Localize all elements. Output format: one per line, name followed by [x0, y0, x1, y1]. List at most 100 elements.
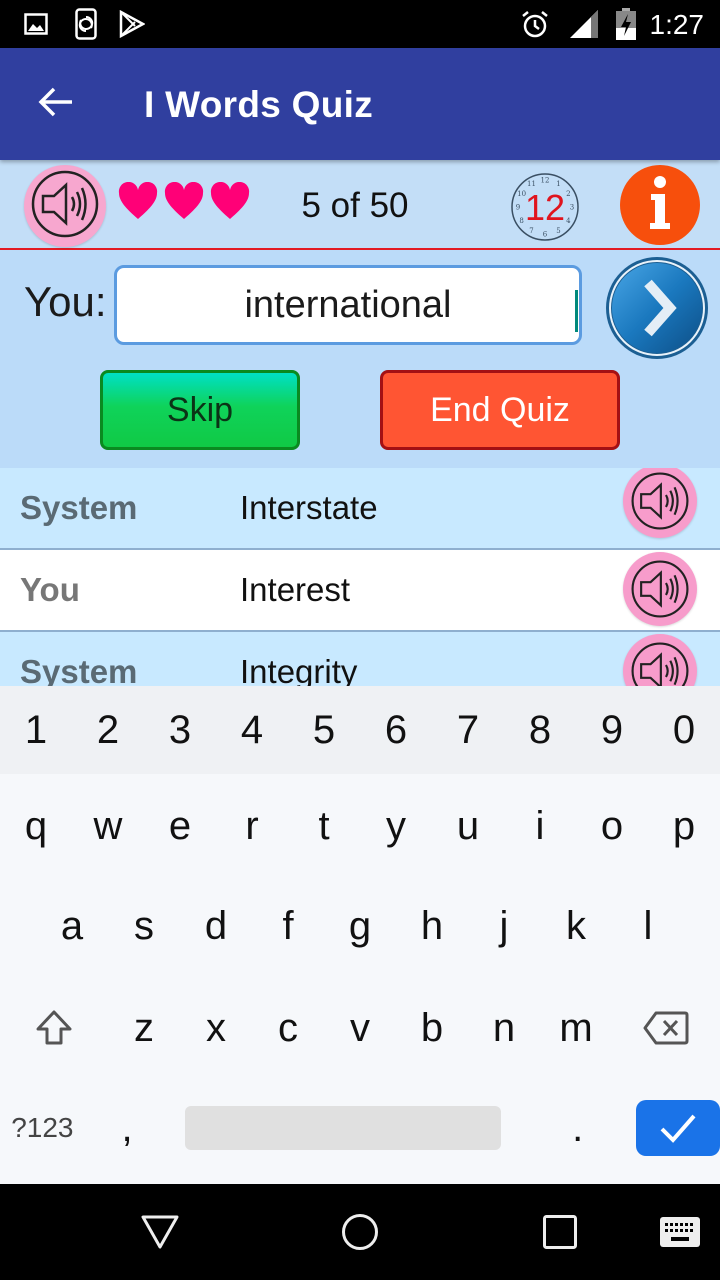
symbols-key[interactable]: ?123 [0, 1112, 85, 1144]
key-m[interactable]: m [540, 978, 612, 1078]
question-counter: 5 of 50 [301, 186, 409, 225]
answer-input[interactable] [117, 283, 579, 327]
navigation-bar [0, 1184, 720, 1280]
image-icon [22, 0, 50, 48]
play-word-button[interactable] [24, 165, 106, 247]
key-1[interactable]: 1 [0, 686, 72, 774]
answer-label: You: [24, 278, 107, 325]
key-j[interactable]: j [468, 876, 540, 976]
key-2[interactable]: 2 [72, 686, 144, 774]
key-v[interactable]: v [324, 978, 396, 1078]
key-w[interactable]: w [72, 776, 144, 876]
key-9[interactable]: 9 [576, 686, 648, 774]
key-3[interactable]: 3 [144, 686, 216, 774]
quiz-panel: 5 of 50 12 1 2 3 4 5 6 7 8 9 10 11 12 You: [0, 160, 720, 468]
list-item: System Integrity [0, 632, 720, 686]
play-word-button[interactable] [623, 552, 697, 626]
nav-recents-button[interactable] [520, 1204, 600, 1260]
keyboard-row-3: z x c v b n m [0, 978, 720, 1078]
heart-icon [118, 182, 158, 219]
key-d[interactable]: d [180, 876, 252, 976]
speaker-label: System [20, 489, 138, 526]
key-o[interactable]: o [576, 776, 648, 876]
number-row: 1 2 3 4 5 6 7 8 9 0 [0, 686, 720, 774]
signal-icon [568, 0, 600, 48]
key-p[interactable]: p [648, 776, 720, 876]
shift-key[interactable] [0, 978, 108, 1078]
key-r[interactable]: r [216, 776, 288, 876]
status-time: 1:27 [649, 9, 705, 40]
lives-indicator [118, 182, 250, 222]
quiz-status-row: 5 of 50 12 1 2 3 4 5 6 7 8 9 10 11 12 [0, 160, 720, 250]
key-period[interactable]: . [535, 1106, 620, 1151]
key-h[interactable]: h [396, 876, 468, 976]
text-cursor [575, 290, 578, 332]
page-title: I Words Quiz [144, 84, 374, 125]
battery-charging-icon [614, 0, 638, 48]
skip-button[interactable]: Skip [100, 370, 300, 450]
key-y[interactable]: y [360, 776, 432, 876]
timer: 12 1 2 3 4 5 6 7 8 9 10 11 12 [510, 172, 580, 242]
heart-icon [210, 182, 250, 219]
answer-field[interactable] [114, 265, 582, 345]
speaker-icon [631, 642, 689, 686]
submit-answer-button[interactable] [604, 255, 710, 361]
triangle-back-icon [141, 1215, 179, 1249]
key-i[interactable]: i [504, 776, 576, 876]
key-u[interactable]: u [432, 776, 504, 876]
key-g[interactable]: g [324, 876, 396, 976]
key-t[interactable]: t [288, 776, 360, 876]
word-text: Interest [240, 571, 351, 608]
done-key[interactable] [636, 1100, 720, 1156]
list-item: You Interest [0, 550, 720, 632]
key-s[interactable]: s [108, 876, 180, 976]
key-k[interactable]: k [540, 876, 612, 976]
keyboard-switch-button[interactable] [640, 1204, 720, 1260]
key-7[interactable]: 7 [432, 686, 504, 774]
keyboard-row-1: q w e r t y u i o p [0, 776, 720, 876]
key-q[interactable]: q [0, 776, 72, 876]
nav-back-button[interactable] [120, 1204, 200, 1260]
key-z[interactable]: z [108, 978, 180, 1078]
key-x[interactable]: x [180, 978, 252, 1078]
backspace-key[interactable] [612, 978, 720, 1078]
check-icon [660, 1114, 696, 1143]
word-text: Integrity [240, 653, 358, 686]
play-word-button[interactable] [623, 634, 697, 686]
key-c[interactable]: c [252, 978, 324, 1078]
speaker-label: You [20, 571, 80, 608]
info-icon [640, 173, 680, 238]
key-comma[interactable]: , [85, 1106, 170, 1151]
circle-home-icon [342, 1214, 378, 1250]
keyboard-row-2: a s d f g h j k l [0, 876, 720, 976]
speaker-label: System [20, 653, 138, 686]
end-quiz-button[interactable]: End Quiz [380, 370, 620, 450]
key-a[interactable]: a [36, 876, 108, 976]
shift-icon [36, 1010, 72, 1045]
key-l[interactable]: l [612, 876, 684, 976]
key-b[interactable]: b [396, 978, 468, 1078]
info-button[interactable] [620, 165, 700, 245]
space-key[interactable] [185, 1106, 502, 1150]
word-text: Interstate [240, 489, 378, 526]
status-bar: 1:27 [0, 0, 720, 48]
answer-history-list: System Interstate You Interest System In… [0, 468, 720, 686]
nav-home-button[interactable] [320, 1204, 400, 1260]
heart-icon [164, 182, 204, 219]
alarm-icon [518, 0, 552, 48]
key-8[interactable]: 8 [504, 686, 576, 774]
list-item: System Interstate [0, 468, 720, 550]
key-f[interactable]: f [252, 876, 324, 976]
key-5[interactable]: 5 [288, 686, 360, 774]
back-button[interactable] [20, 76, 92, 132]
app-bar: I Words Quiz [0, 48, 720, 160]
key-6[interactable]: 6 [360, 686, 432, 774]
backspace-icon [643, 1011, 689, 1045]
key-0[interactable]: 0 [648, 686, 720, 774]
timer-value: 12 [524, 187, 566, 228]
play-word-button[interactable] [623, 468, 697, 538]
key-n[interactable]: n [468, 978, 540, 1078]
square-recents-icon [543, 1215, 577, 1249]
key-4[interactable]: 4 [216, 686, 288, 774]
key-e[interactable]: e [144, 776, 216, 876]
